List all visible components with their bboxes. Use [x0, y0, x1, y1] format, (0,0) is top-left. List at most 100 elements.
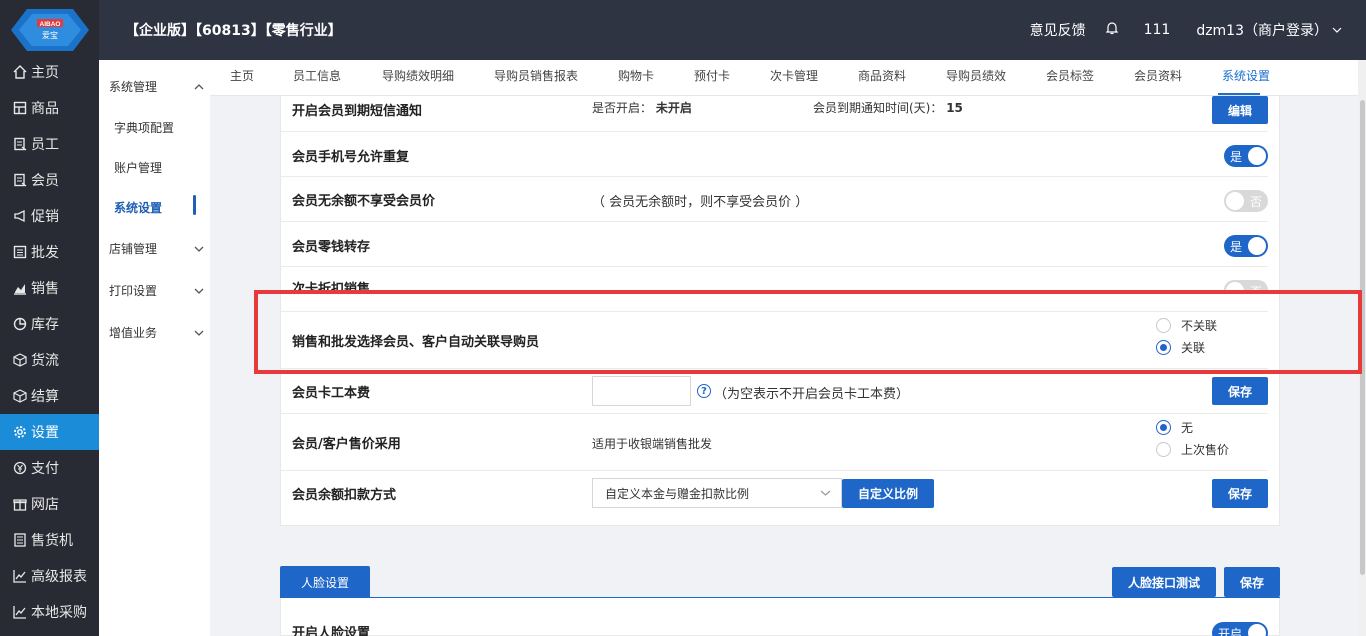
- nav-label: 高级报表: [31, 569, 87, 585]
- subnav-item-accounts[interactable]: 账户管理: [114, 159, 162, 176]
- help-icon[interactable]: ?: [697, 384, 711, 398]
- chevron-down-icon: [194, 326, 204, 340]
- trend-icon: [13, 605, 27, 619]
- nav-item-home[interactable]: 主页: [0, 54, 99, 90]
- nav-item-webshop[interactable]: 网店: [0, 486, 99, 522]
- feedback-link[interactable]: 意见反馈: [1030, 20, 1086, 40]
- top-header: 【企业版】【60813】【零售行业】 意见反馈 111 dzm13（商户登录）: [99, 0, 1366, 60]
- nav-label: 货流: [31, 353, 59, 369]
- tab-active-underline: [1218, 93, 1260, 95]
- expire-sms-days: 会员到期通知时间(天)： 15: [813, 101, 963, 115]
- deduct-mode-label: 会员余额扣款方式: [292, 488, 397, 503]
- tab-guide-sales-report[interactable]: 导购员销售报表: [494, 60, 578, 96]
- deduct-mode-select[interactable]: 自定义本金与赠金扣款比例: [592, 478, 842, 508]
- no-balance-label: 会员无余额不享受会员价: [292, 194, 436, 209]
- box-icon: [13, 101, 27, 115]
- subnav-group-label: 增值业务: [109, 326, 158, 340]
- svg-text:爱宝: 爱宝: [42, 30, 58, 40]
- tab-member-tags[interactable]: 会员标签: [1046, 60, 1094, 96]
- chevron-down-icon[interactable]: [1332, 22, 1342, 38]
- chevron-down-icon: [194, 242, 204, 256]
- chevron-up-icon: [194, 80, 204, 94]
- nav-label: 支付: [31, 461, 59, 477]
- tab-guide-performance-detail[interactable]: 导购绩效明细: [382, 60, 454, 96]
- subnav-group-system[interactable]: 系统管理: [109, 78, 204, 95]
- nav-item-vending[interactable]: 售货机: [0, 522, 99, 558]
- nav-item-sales[interactable]: 销售: [0, 270, 99, 306]
- home-icon: [13, 65, 27, 79]
- face-settings-tab[interactable]: 人脸设置: [280, 566, 370, 598]
- nav-label: 本地采购: [31, 605, 87, 621]
- nav-item-promotion[interactable]: 促销: [0, 198, 99, 234]
- yen-icon: [13, 461, 27, 475]
- pie-icon: [13, 317, 27, 331]
- left-navigation: AIBAO 爱宝 主页 商品 员工 会员 促销 批发 销售 库存 货流 结算 设…: [0, 0, 99, 636]
- expire-sms-label: 开启会员到期短信通知: [292, 104, 423, 119]
- notification-count[interactable]: 111: [1144, 22, 1171, 38]
- nav-label: 设置: [31, 425, 59, 441]
- tab-system-settings[interactable]: 系统设置: [1222, 60, 1270, 96]
- bell-icon[interactable]: [1105, 21, 1119, 39]
- face-settings-card: [280, 598, 1280, 636]
- aibao-logo[interactable]: AIBAO 爱宝: [11, 9, 89, 51]
- nav-item-settings[interactable]: 设置: [0, 414, 99, 450]
- nav-label: 商品: [31, 101, 59, 117]
- tab-member-data[interactable]: 会员资料: [1134, 60, 1182, 96]
- megaphone-icon: [13, 209, 27, 223]
- subnav-item-system-settings[interactable]: 系统设置: [114, 199, 162, 216]
- nav-item-member[interactable]: 会员: [0, 162, 99, 198]
- page-tabs: 主页 员工信息 导购绩效明细 导购员销售报表 购物卡 预付卡 次卡管理 商品资料…: [210, 60, 1358, 96]
- nav-item-goods[interactable]: 商品: [0, 90, 99, 126]
- card-fee-input[interactable]: [592, 376, 691, 406]
- nav-label: 批发: [31, 245, 59, 261]
- nav-item-logistics[interactable]: 货流: [0, 342, 99, 378]
- tab-shopping-card[interactable]: 购物卡: [618, 60, 654, 96]
- card-discount-label: 次卡折扣销售: [292, 282, 371, 290]
- tab-guide-performance[interactable]: 导购员绩效: [946, 60, 1006, 96]
- edit-button[interactable]: 编辑: [1212, 96, 1268, 124]
- card-fee-note: （为空表示不开启会员卡工本费）: [714, 387, 910, 402]
- face-save-button[interactable]: 保存: [1224, 567, 1280, 597]
- nav-label: 促销: [31, 209, 59, 225]
- phone-duplicate-toggle[interactable]: 是: [1224, 145, 1268, 167]
- nav-item-settlement[interactable]: 结算: [0, 378, 99, 414]
- tab-prepaid-card[interactable]: 预付卡: [694, 60, 730, 96]
- subnav-group-print[interactable]: 打印设置: [109, 282, 204, 299]
- tab-times-card[interactable]: 次卡管理: [770, 60, 818, 96]
- radio-circle: [1156, 442, 1171, 457]
- subnav-group-store[interactable]: 店铺管理: [109, 240, 204, 257]
- face-api-test-button[interactable]: 人脸接口测试: [1112, 567, 1216, 597]
- nav-label: 主页: [31, 65, 59, 81]
- nav-item-wholesale[interactable]: 批发: [0, 234, 99, 270]
- user-menu[interactable]: dzm13（商户登录）: [1196, 20, 1328, 40]
- chevron-down-icon: [194, 284, 204, 298]
- face-enable-toggle[interactable]: 开启: [1212, 622, 1268, 636]
- change-transfer-toggle[interactable]: 是: [1224, 235, 1268, 257]
- price-mode-radio-none[interactable]: 无: [1156, 419, 1193, 436]
- deduct-mode-save-button[interactable]: 保存: [1212, 479, 1268, 508]
- cube-icon: [13, 353, 27, 367]
- card-fee-save-button[interactable]: 保存: [1212, 377, 1268, 405]
- trend-icon: [13, 569, 27, 583]
- tab-goods-data[interactable]: 商品资料: [858, 60, 906, 96]
- nav-item-inventory[interactable]: 库存: [0, 306, 99, 342]
- custom-ratio-button[interactable]: 自定义比例: [842, 479, 934, 508]
- subnav-group-value-added[interactable]: 增值业务: [109, 324, 204, 341]
- subnav-group-label: 打印设置: [109, 284, 158, 298]
- price-mode-label: 会员/客户售价采用: [292, 437, 401, 452]
- nav-item-advanced-report[interactable]: 高级报表: [0, 558, 99, 594]
- tab-home[interactable]: 主页: [230, 60, 254, 96]
- subnav-group-label: 系统管理: [109, 80, 158, 94]
- tab-staff-info[interactable]: 员工信息: [293, 60, 341, 96]
- nav-item-staff[interactable]: 员工: [0, 126, 99, 162]
- subnav-item-dictionary[interactable]: 字典项配置: [114, 119, 174, 136]
- price-mode-radio-last[interactable]: 上次售价: [1156, 441, 1229, 458]
- card-discount-toggle[interactable]: 否: [1224, 280, 1268, 290]
- settings-subnav: 系统管理 字典项配置 账户管理 系统设置 店铺管理 打印设置 增值业务: [99, 60, 210, 636]
- gift-icon: [13, 497, 27, 511]
- nav-label: 结算: [31, 389, 59, 405]
- nav-item-payment[interactable]: 支付: [0, 450, 99, 486]
- no-balance-toggle[interactable]: 否: [1224, 190, 1268, 212]
- nav-item-local-purchase[interactable]: 本地采购: [0, 594, 99, 630]
- company-title: 【企业版】【60813】【零售行业】: [125, 23, 342, 39]
